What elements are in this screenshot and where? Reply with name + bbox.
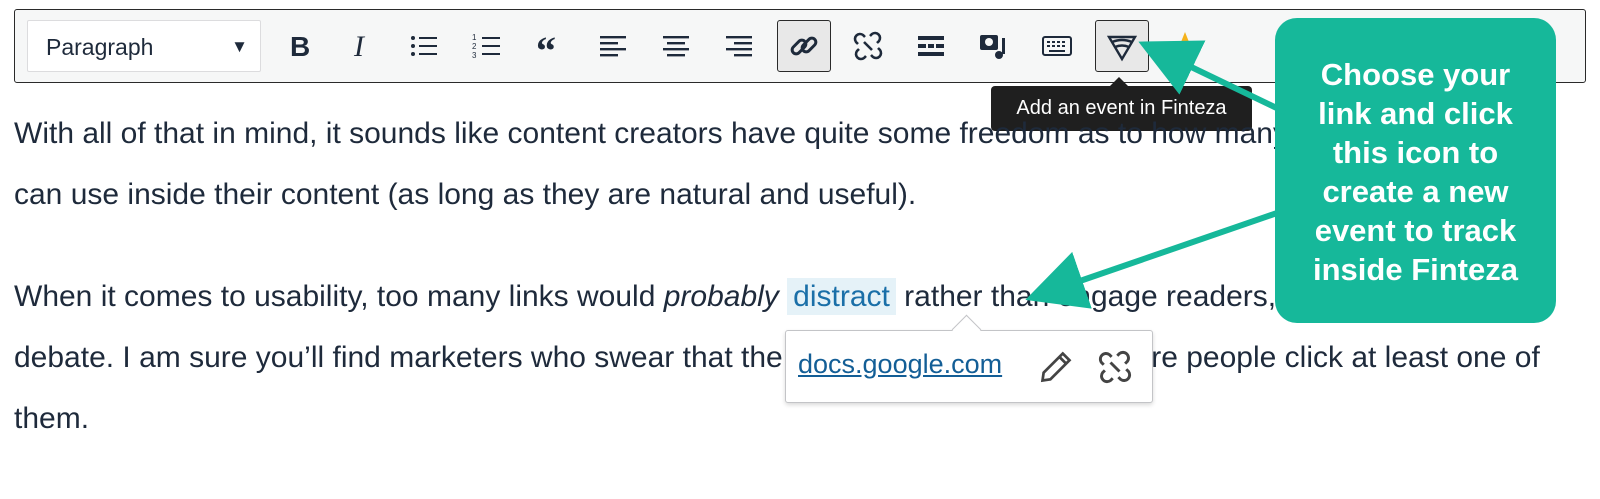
annotation-arrows [1025, 40, 1287, 309]
arrow-to-selected-link [1025, 209, 1281, 309]
arrow-to-finteza-icon [1138, 40, 1287, 115]
